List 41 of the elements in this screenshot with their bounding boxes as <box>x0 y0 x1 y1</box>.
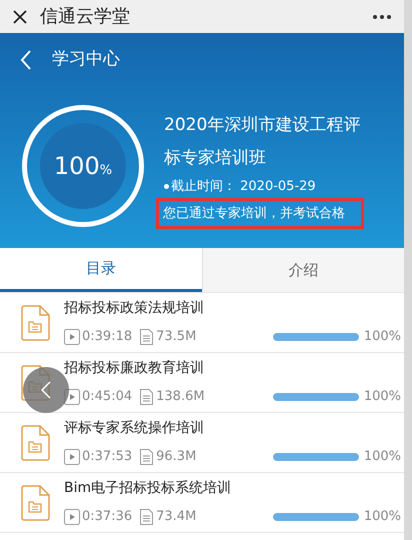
percent-text: 100% <box>363 388 401 406</box>
lesson-title: 评标专家系统操作培训 <box>64 419 205 438</box>
lesson-title: Bim电子招标投标系统培训 <box>64 479 232 498</box>
document-icon <box>20 424 50 460</box>
app-title: 信通云学堂 <box>40 5 131 29</box>
course-title: 2020年深圳市建设工程评标专家培训班 <box>164 114 362 170</box>
percent-text: 100% <box>363 448 401 466</box>
size-text: 138.6M <box>156 388 205 406</box>
duration-text: 0:45:04 <box>82 388 132 406</box>
bullet-icon <box>164 184 169 190</box>
lesson-title: 招标投标廉政教育培训 <box>64 359 205 378</box>
back-icon[interactable] <box>20 50 32 70</box>
size-text: 96.3M <box>156 448 196 466</box>
size-text: 73.4M <box>156 508 196 526</box>
lesson-row[interactable]: 评标专家系统操作培训 0:37:53 96.3M 100% <box>0 413 404 473</box>
tab[interactable]: 介绍 <box>202 248 404 292</box>
lesson-row[interactable]: Bim电子招标投标系统培训 0:37:36 73.4M 100% <box>0 473 404 533</box>
play-icon <box>64 329 80 345</box>
percent-text: 100% <box>363 328 401 346</box>
size-text: 73.5M <box>156 328 196 346</box>
play-icon <box>64 449 80 465</box>
progress-text: 100% <box>54 151 112 182</box>
duration-text: 0:39:18 <box>82 328 132 346</box>
more-icon[interactable] <box>372 14 392 20</box>
chevron-icon <box>41 381 51 399</box>
deadline-text: 截止时间： 2020-05-29 <box>171 178 316 196</box>
file-icon <box>140 329 154 345</box>
duration-text: 0:37:36 <box>82 508 132 526</box>
document-icon <box>20 304 50 340</box>
file-icon <box>140 389 154 405</box>
status-message: 您已通过专家培训，并考试合格 <box>156 198 364 229</box>
lesson-title: 招标投标政策法规培训 <box>64 299 205 318</box>
percent-text: 100% <box>363 508 401 526</box>
lesson-row[interactable]: 招标投标政策法规培训 0:39:18 73.5M 100% <box>0 293 404 353</box>
file-icon <box>140 509 154 525</box>
document-icon <box>20 484 50 520</box>
file-icon <box>140 449 154 465</box>
duration-text: 0:37:53 <box>82 448 132 466</box>
page-title: 学习中心 <box>52 48 120 72</box>
close-icon[interactable] <box>12 8 28 24</box>
play-icon <box>64 509 80 525</box>
